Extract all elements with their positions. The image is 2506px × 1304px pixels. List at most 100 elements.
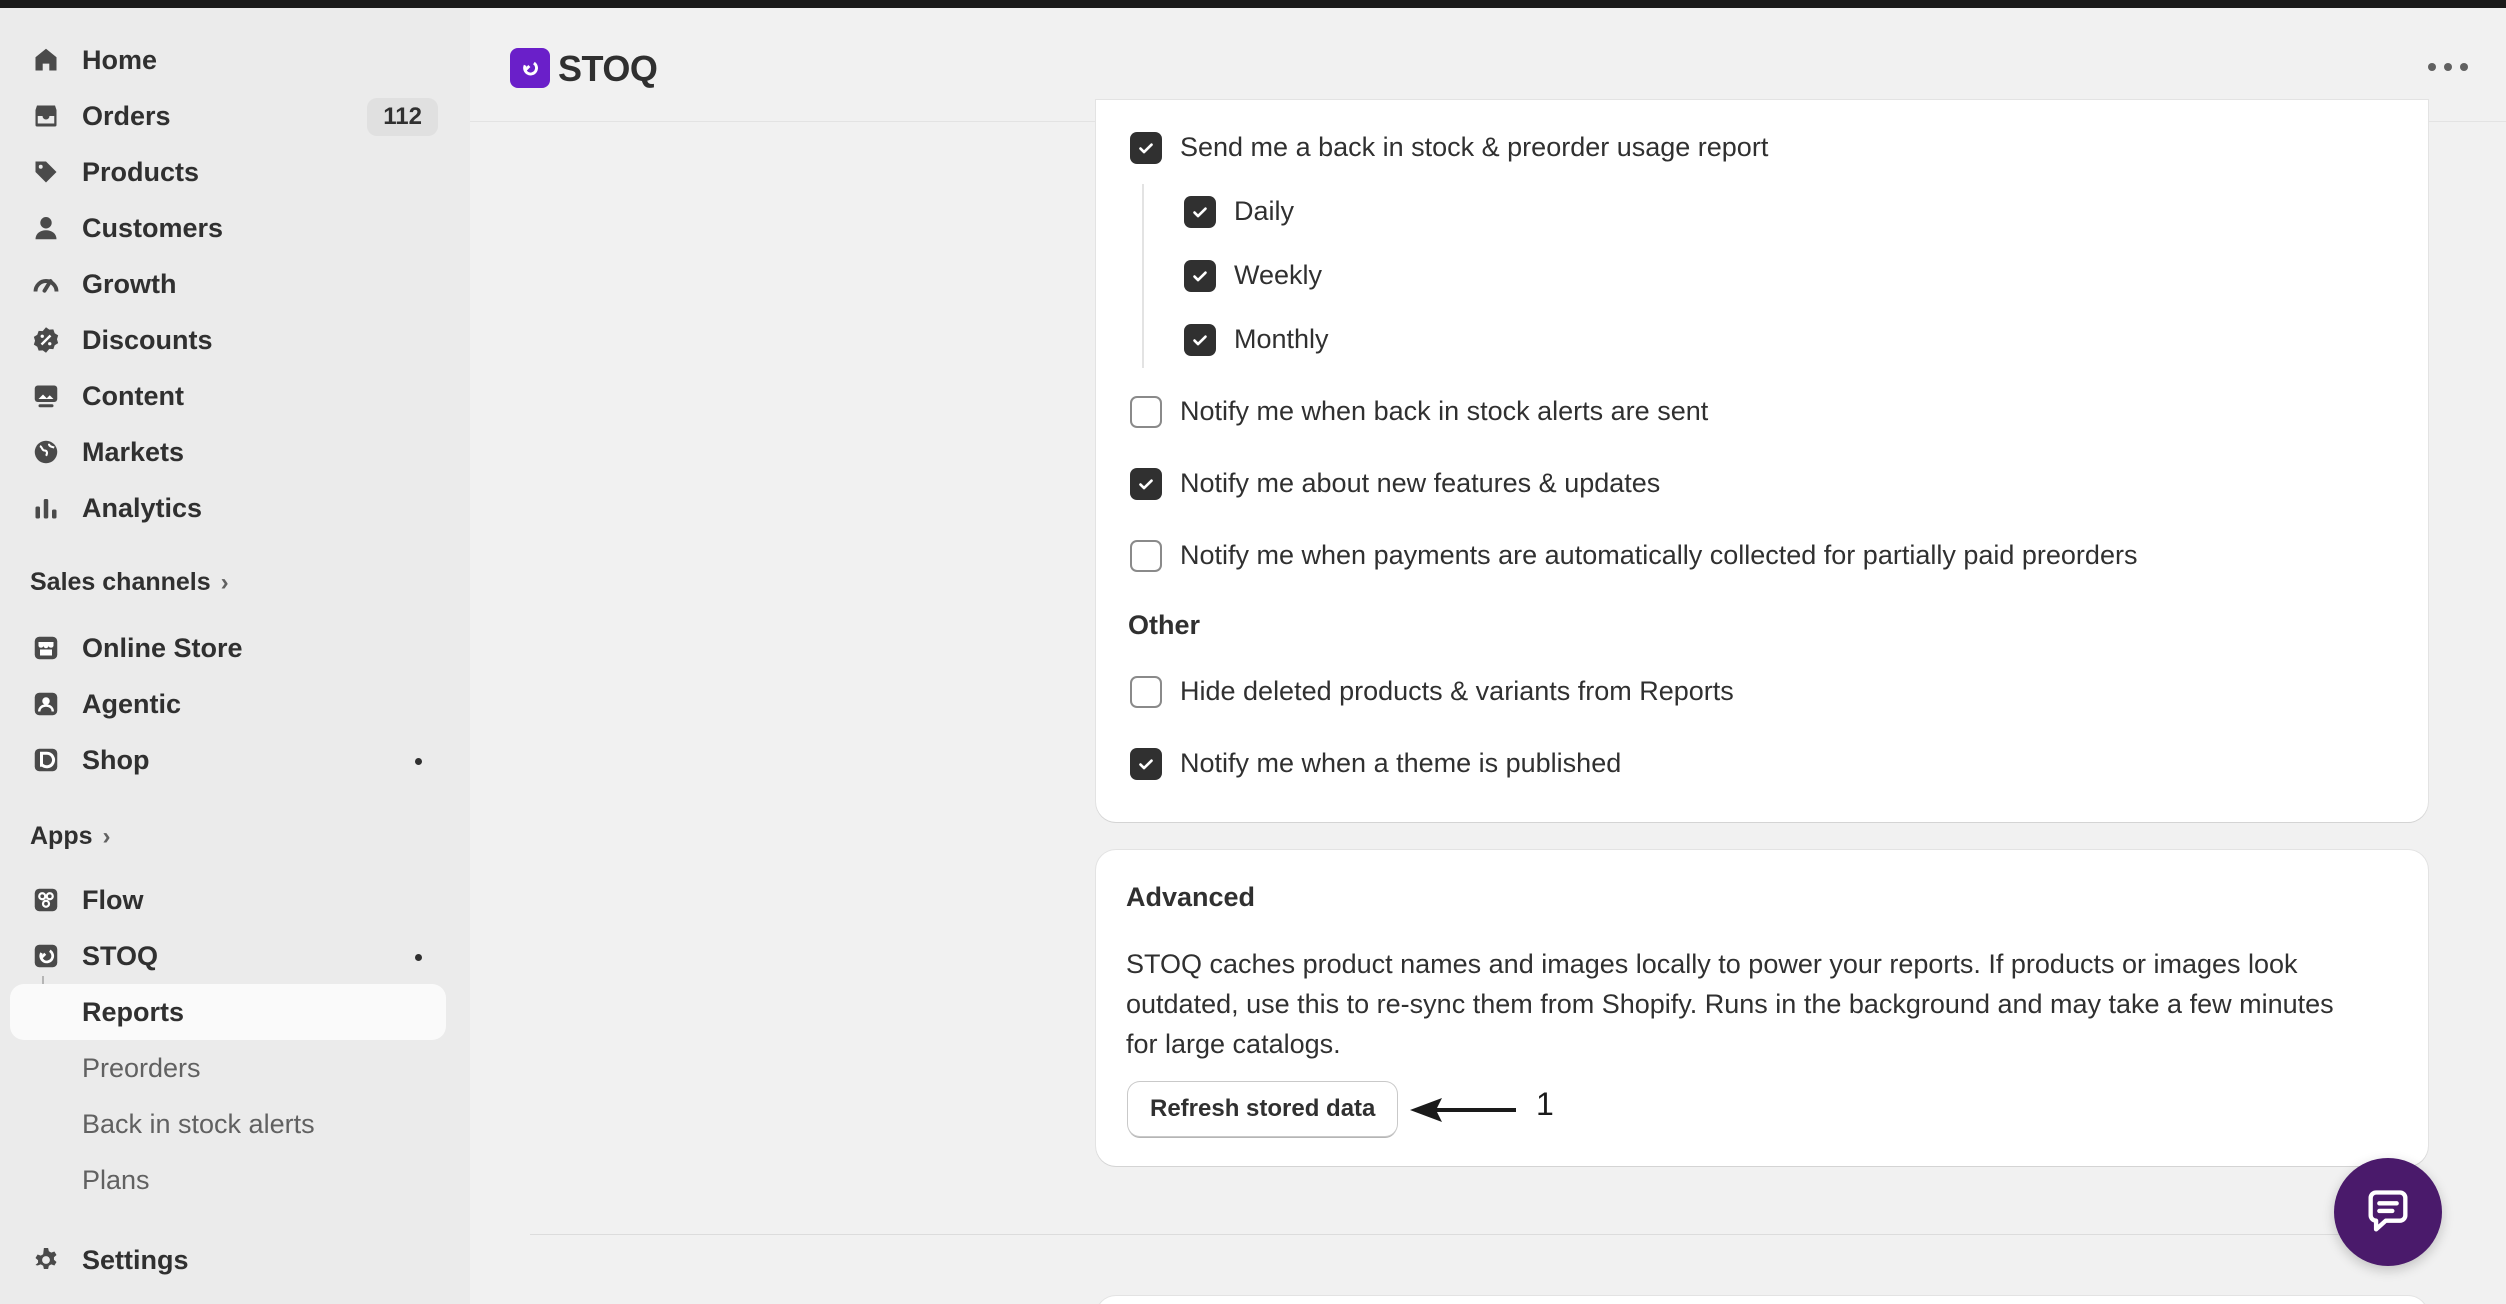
gear-icon: [30, 1244, 62, 1276]
payments-collected-checkbox[interactable]: [1130, 540, 1162, 572]
sidebar-item-label: Growth: [82, 268, 177, 299]
sidebar-item-agentic[interactable]: Agentic: [10, 676, 446, 732]
sidebar-item-back-in-stock-alerts[interactable]: Back in stock alerts: [10, 1096, 446, 1152]
dot-icon: [2444, 63, 2452, 71]
sidebar-item-label: Customers: [82, 212, 224, 243]
sales-channels-header[interactable]: Sales channels ›: [30, 568, 229, 597]
sidebar-item-label: Analytics: [82, 492, 203, 523]
new-features-checkbox[interactable]: [1130, 468, 1162, 500]
shop-icon: [30, 744, 62, 776]
sidebar-item-settings[interactable]: Settings: [10, 1232, 446, 1288]
home-icon: [30, 44, 62, 76]
sidebar-item-customers[interactable]: Customers: [10, 200, 446, 256]
person-icon: [30, 212, 62, 244]
next-card-edge: [1096, 1296, 2428, 1304]
dot-icon: [2460, 63, 2468, 71]
apps-label: Apps: [30, 822, 93, 850]
orders-count-badge: 112: [367, 98, 438, 136]
sidebar-item-label: Shop: [82, 744, 150, 775]
sidebar-item-label: Plans: [82, 1164, 150, 1195]
shop-pin-dot: [415, 758, 422, 765]
theme-published-checkbox[interactable]: [1130, 748, 1162, 780]
sidebar-item-label: Reports: [82, 996, 185, 1027]
sales-channels-label: Sales channels: [30, 568, 211, 596]
sidebar-item-orders[interactable]: Orders 112: [10, 88, 446, 144]
advanced-description-line: outdated, use this to re-sync them from …: [1126, 989, 2334, 1019]
chat-icon: [2368, 1190, 2408, 1232]
daily-checkbox[interactable]: [1184, 196, 1216, 228]
sidebar-item-label: Back in stock alerts: [82, 1108, 315, 1139]
usage-report-label: Send me a back in stock & preorder usage…: [1180, 132, 1769, 162]
other-heading: Other: [1128, 610, 1201, 640]
sidebar-item-home[interactable]: Home: [10, 32, 446, 88]
sidebar-item-reports[interactable]: Reports: [10, 984, 446, 1040]
indent-guide: [1142, 184, 1144, 368]
chat-support-button[interactable]: [2334, 1158, 2442, 1266]
sidebar-item-label: Content: [82, 380, 184, 411]
tag-icon: [30, 156, 62, 188]
new-features-label: Notify me about new features & updates: [1180, 468, 1661, 498]
sidebar-item-growth[interactable]: Growth: [10, 256, 446, 312]
sidebar-item-online-store[interactable]: Online Store: [10, 620, 446, 676]
refresh-stored-data-button[interactable]: Refresh stored data: [1128, 1082, 1398, 1136]
sidebar-item-label: Home: [82, 44, 158, 75]
stoq-logo-icon: [510, 48, 550, 88]
daily-label: Daily: [1234, 196, 1295, 226]
sidebar-item-discounts[interactable]: Discounts: [10, 312, 446, 368]
window-top-border: [0, 0, 2506, 8]
stoq-pin-dot: [415, 954, 422, 961]
checkmark-icon: [1139, 143, 1153, 154]
back-in-stock-sent-checkbox[interactable]: [1130, 396, 1162, 428]
sidebar-item-label: Agentic: [82, 688, 182, 719]
sidebar-item-content[interactable]: Content: [10, 368, 446, 424]
weekly-checkbox[interactable]: [1184, 260, 1216, 292]
sidebar-item-analytics[interactable]: Analytics: [10, 480, 446, 536]
sidebar-item-label: Flow: [82, 884, 144, 915]
more-actions-button[interactable]: [2428, 52, 2468, 82]
apps-header[interactable]: Apps ›: [30, 822, 111, 851]
chevron-right-icon: ›: [220, 568, 229, 596]
checkmark-icon: [1139, 759, 1153, 770]
hide-deleted-checkbox[interactable]: [1130, 676, 1162, 708]
sidebar-item-label: Markets: [82, 436, 185, 467]
advanced-description-line: for large catalogs.: [1126, 1029, 1341, 1059]
checkmark-icon: [1193, 335, 1207, 346]
checkmark-icon: [1193, 271, 1207, 282]
checkmark-icon: [1193, 207, 1207, 218]
sidebar-item-preorders[interactable]: Preorders: [10, 1040, 446, 1096]
advanced-heading: Advanced: [1126, 882, 1256, 912]
theme-published-label: Notify me when a theme is published: [1180, 748, 1622, 778]
sidebar-item-label: Settings: [82, 1244, 189, 1275]
sidebar: Home Orders 112 Products Customers Growt…: [0, 8, 470, 1304]
sidebar-item-label: Orders: [82, 100, 171, 131]
flow-icon: [30, 884, 62, 916]
image-icon: [30, 380, 62, 412]
usage-report-checkbox[interactable]: [1130, 132, 1162, 164]
globe-icon: [30, 436, 62, 468]
advanced-card: Advanced STOQ caches product names and i…: [1096, 850, 2428, 1166]
sidebar-item-markets[interactable]: Markets: [10, 424, 446, 480]
sidebar-item-label: Online Store: [82, 632, 243, 663]
back-in-stock-sent-label: Notify me when back in stock alerts are …: [1180, 396, 1709, 426]
advanced-description-line: STOQ caches product names and images loc…: [1126, 949, 2298, 979]
agentic-icon: [30, 688, 62, 720]
sidebar-item-label: Preorders: [82, 1052, 201, 1083]
stoq-icon: [30, 940, 62, 972]
sidebar-item-flow[interactable]: Flow: [10, 872, 446, 928]
sidebar-item-label: Discounts: [82, 324, 213, 355]
sidebar-item-label: Products: [82, 156, 200, 187]
sidebar-item-plans[interactable]: Plans: [10, 1152, 446, 1208]
sidebar-item-products[interactable]: Products: [10, 144, 446, 200]
store-icon: [30, 632, 62, 664]
section-divider: [530, 1234, 2428, 1235]
bar-chart-icon: [30, 492, 62, 524]
weekly-label: Weekly: [1234, 260, 1323, 290]
orders-icon: [30, 100, 62, 132]
notifications-card: Send me a back in stock & preorder usage…: [1096, 100, 2428, 822]
payments-collected-label: Notify me when payments are automaticall…: [1180, 540, 2138, 570]
monthly-checkbox[interactable]: [1184, 324, 1216, 356]
sidebar-item-stoq[interactable]: STOQ: [10, 928, 446, 984]
sidebar-item-shop[interactable]: Shop: [10, 732, 446, 788]
chevron-right-icon: ›: [102, 822, 111, 850]
discount-icon: [30, 324, 62, 356]
